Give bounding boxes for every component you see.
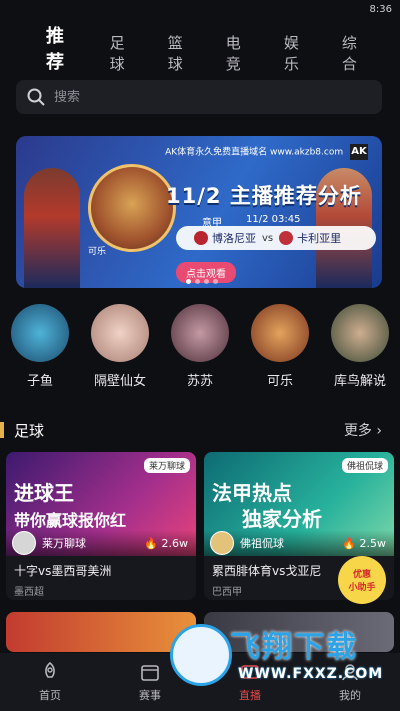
card-slogan: 进球王 带你赢球报你红 <box>14 480 126 534</box>
card-host-bar: 佛祖侃球 🔥 2.5w <box>204 530 394 556</box>
anchor-name: 子鱼 <box>26 374 53 389</box>
anchor-name: 苏苏 <box>186 374 213 389</box>
search-icon <box>27 88 45 106</box>
card-slogan-line1: 法甲热点 <box>212 481 292 505</box>
carousel-dot[interactable] <box>204 279 209 284</box>
avatar <box>251 304 309 362</box>
card-slogan-line2: 带你赢球报你红 <box>14 511 127 530</box>
tab-recommend[interactable]: 推荐 <box>46 22 80 74</box>
nav-label: 首页 <box>39 689 61 702</box>
heat-count: 🔥 2.5w <box>342 537 386 550</box>
avatar <box>331 304 389 362</box>
tab-entertainment[interactable]: 娱乐 <box>284 32 312 74</box>
player-image-left <box>24 168 80 288</box>
helper-line2: 小助手 <box>348 583 376 593</box>
team-crest-icon <box>194 231 208 245</box>
flame-icon: 🔥 <box>342 536 356 550</box>
carousel-dot[interactable] <box>213 279 218 284</box>
nav-profile[interactable]: 我的 <box>300 653 400 711</box>
category-tabs: 推荐 足球 篮球 电竞 娱乐 综合 <box>0 26 400 74</box>
tab-esports[interactable]: 电竞 <box>226 32 254 74</box>
avatar <box>11 304 69 362</box>
heat-value: 2.5w <box>359 536 387 550</box>
avatar <box>210 531 234 555</box>
match-bar: 博洛尼亚 vs 卡利亚里 <box>176 226 376 250</box>
anchor-name: 隔壁仙女 <box>93 374 146 389</box>
anchor-item[interactable]: 可乐 <box>244 304 316 389</box>
live-card-partial[interactable] <box>6 612 196 652</box>
brand-logo-icon: AK <box>350 144 368 160</box>
carousel-dot[interactable] <box>195 279 200 284</box>
anchor-item[interactable]: 库鸟解说 <box>324 304 396 389</box>
avatar <box>12 531 36 555</box>
bottom-navigation: 首页 赛事 直播 我的 <box>0 653 400 711</box>
card-thumbnail: 进球王 带你赢球报你红 莱万聊球 莱万聊球 🔥 2.6w <box>6 452 196 556</box>
carousel-dots <box>186 279 218 284</box>
carousel-dot[interactable] <box>186 279 191 284</box>
card-title: 十字vs墨西哥美洲 <box>14 564 112 578</box>
host-name: 佛祖侃球 <box>240 537 284 550</box>
tab-general[interactable]: 综合 <box>342 32 370 74</box>
calendar-icon <box>141 665 159 681</box>
search-bar[interactable] <box>16 80 382 114</box>
nav-matches[interactable]: 赛事 <box>100 653 200 711</box>
flame-icon: 🔥 <box>144 536 158 550</box>
helper-line1: 优惠 <box>352 570 371 580</box>
section-accent-bar <box>0 422 4 438</box>
mascot-avatar <box>88 164 176 252</box>
heat-count: 🔥 2.6w <box>144 537 188 550</box>
home-team: 博洛尼亚 <box>212 232 256 245</box>
host-badge: 佛祖侃球 <box>341 458 388 473</box>
banner-time: 11/2 03:45 <box>246 214 301 225</box>
card-league: 墨西超 <box>14 587 44 598</box>
live-card[interactable]: 进球王 带你赢球报你红 莱万聊球 莱万聊球 🔥 2.6w 十字vs墨西哥美洲 墨… <box>6 452 196 600</box>
card-slogan: 法甲热点 独家分析 <box>212 480 322 532</box>
tab-football[interactable]: 足球 <box>110 32 138 74</box>
section-title: 足球 <box>14 422 45 440</box>
anchor-name: 可乐 <box>266 374 293 389</box>
anchor-item[interactable]: 子鱼 <box>4 304 76 389</box>
nav-live[interactable]: 直播 <box>200 653 300 711</box>
chevron-right-icon: › <box>376 423 382 439</box>
team-crest-icon <box>279 231 294 245</box>
banner-brand-text: AK体育永久免费直播域名 www.akzb8.com <box>165 147 344 158</box>
card-slogan-line1: 进球王 <box>14 481 74 505</box>
nav-home[interactable]: 首页 <box>0 653 100 711</box>
banner-host-tag: 可乐 <box>88 247 107 257</box>
status-bar: 8:36 <box>0 0 400 18</box>
user-icon <box>342 664 358 681</box>
avatar <box>91 304 149 362</box>
away-team: 卡利亚里 <box>297 232 342 245</box>
search-input[interactable] <box>52 88 356 106</box>
anchor-item[interactable]: 隔壁仙女 <box>84 304 156 389</box>
card-host-bar: 莱万聊球 🔥 2.6w <box>6 530 196 556</box>
live-card-partial[interactable] <box>204 612 394 652</box>
banner-headline: 11/2 主播推荐分析 <box>166 184 362 208</box>
avatar <box>171 304 229 362</box>
card-slogan-line2: 独家分析 <box>242 507 322 531</box>
anchor-item[interactable]: 苏苏 <box>164 304 236 389</box>
more-link[interactable]: 更多 › <box>344 420 382 440</box>
football-section-header: 足球 更多 › <box>0 418 400 442</box>
tab-basketball[interactable]: 篮球 <box>168 32 196 74</box>
anchor-name: 库鸟解说 <box>333 374 386 389</box>
nav-label: 我的 <box>339 689 361 702</box>
anchor-list: 子鱼 隔壁仙女 苏苏 可乐 库鸟解说 <box>0 304 400 389</box>
promo-banner[interactable]: AK体育永久免费直播域名 www.akzb8.com AK 11/2 主播推荐分… <box>16 136 382 288</box>
rocket-icon <box>45 661 55 678</box>
banner-brand: AK体育永久免费直播域名 www.akzb8.com AK <box>165 144 368 160</box>
host-badge: 莱万聊球 <box>143 458 190 473</box>
nav-label: 赛事 <box>139 689 161 702</box>
host-name: 莱万聊球 <box>42 537 86 550</box>
nav-label: 直播 <box>239 689 261 702</box>
vs-label: vs <box>262 232 274 244</box>
promo-helper-badge[interactable]: 优惠 小助手 <box>338 556 386 604</box>
more-label: 更多 <box>343 423 372 439</box>
status-time: 8:36 <box>369 3 392 15</box>
heat-value: 2.6w <box>161 536 189 550</box>
tv-icon <box>241 665 259 679</box>
card-thumbnail: 法甲热点 独家分析 佛祖侃球 佛祖侃球 🔥 2.5w <box>204 452 394 556</box>
